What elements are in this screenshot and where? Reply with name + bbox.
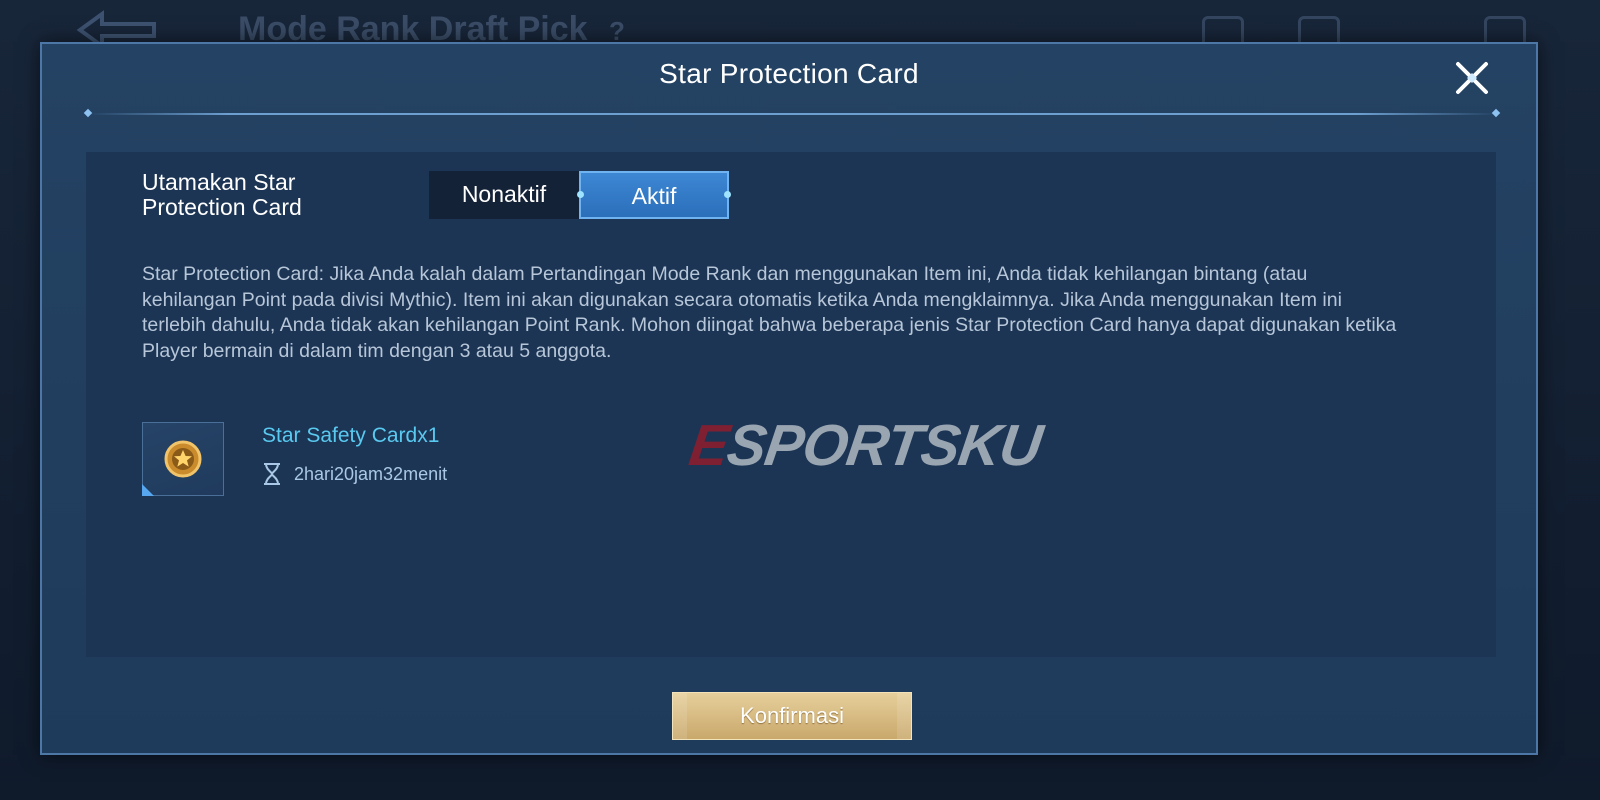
priority-toggle[interactable]: Nonaktif Aktif xyxy=(429,171,731,219)
star-medal-icon xyxy=(164,440,202,478)
item-name: Star Safety Cardx1 xyxy=(262,424,440,447)
close-button[interactable] xyxy=(1452,58,1492,98)
toggle-option-aktif-label: Aktif xyxy=(631,183,677,209)
button-edge-right xyxy=(897,693,911,739)
confirm-button-label: Konfirmasi xyxy=(740,703,844,728)
priority-setting-label: Utamakan Star Protection Card xyxy=(142,169,302,220)
item-expiry: 2hari20jam32menit xyxy=(262,462,447,486)
slot-corner-accent xyxy=(142,484,154,496)
close-icon xyxy=(1456,62,1488,94)
star-protection-dialog: Star Protection Card Utamakan Star Prote… xyxy=(40,42,1538,755)
dialog-title: Star Protection Card xyxy=(659,58,919,89)
active-marker-right xyxy=(724,191,731,198)
watermark-letters: SPORTSKU xyxy=(723,413,1046,478)
toggle-option-nonaktif[interactable]: Nonaktif xyxy=(429,171,579,219)
divider-dot xyxy=(1491,108,1501,118)
toggle-option-aktif[interactable]: Aktif xyxy=(577,171,731,219)
active-marker-left xyxy=(577,191,584,198)
divider-dot xyxy=(83,108,93,118)
watermark-logo: ESPORTSKU xyxy=(685,412,1045,479)
item-slot[interactable] xyxy=(142,422,224,496)
card-description: Star Protection Card: Jika Anda kalah da… xyxy=(142,263,1397,362)
confirm-button[interactable]: Konfirmasi xyxy=(672,692,912,740)
time-remaining: 2hari20jam32menit xyxy=(294,463,448,484)
title-divider xyxy=(88,113,1498,115)
esportsku-watermark: ESPORTSKU xyxy=(672,408,1045,478)
button-edge-left xyxy=(673,693,687,739)
dialog-content-panel: Utamakan Star Protection Card Nonaktif A… xyxy=(86,152,1496,657)
hourglass-icon xyxy=(264,463,280,485)
